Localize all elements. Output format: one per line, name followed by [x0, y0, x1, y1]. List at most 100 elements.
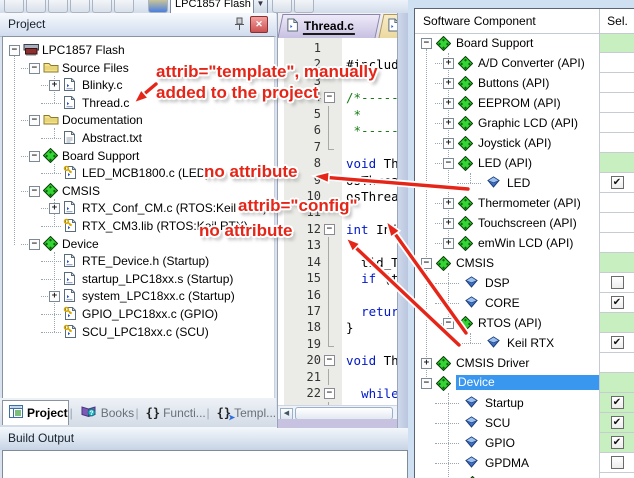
component-row[interactable]: −CMSIS [415, 253, 634, 273]
expand-icon[interactable]: + [421, 358, 432, 369]
component-checkbox[interactable]: ✔ [611, 396, 624, 409]
fold-guide-end [328, 139, 334, 150]
component-checkbox[interactable] [611, 276, 624, 289]
component-label: Thermometer (API) [478, 196, 581, 210]
flag-icon[interactable] [148, 0, 168, 13]
collapse-icon[interactable]: − [443, 318, 454, 329]
toolbar-icon[interactable] [26, 0, 46, 13]
component-checkbox[interactable]: ✔ [611, 336, 624, 349]
project-tree-item[interactable]: −LPC1857 Flash [3, 41, 274, 59]
line-number: 16 [278, 288, 321, 302]
component-checkbox[interactable] [611, 456, 624, 469]
code-line[interactable]: 12−int Ini [278, 221, 398, 237]
expand-icon[interactable]: + [443, 198, 454, 209]
code-line[interactable]: 18} [278, 319, 398, 335]
code-line[interactable]: 6 *------ [278, 122, 398, 138]
sel-cell: ✔ [599, 433, 634, 453]
component-row[interactable]: +CMSIS Driver [415, 353, 634, 373]
component-checkbox[interactable]: ✔ [611, 436, 624, 449]
project-tree-item[interactable]: +RTX_Conf_CM.c (RTOS:Keil RTX) [3, 199, 274, 217]
expand-icon[interactable]: + [443, 218, 454, 229]
code-line[interactable]: 16 [278, 287, 398, 303]
code-line[interactable]: 15 if (t [278, 270, 398, 286]
project-tree-item[interactable]: RTE_Device.h (Startup) [3, 252, 274, 270]
expand-icon[interactable]: + [443, 58, 454, 69]
view-tab-functi[interactable]: {}Functi... [140, 401, 206, 425]
component-checkbox[interactable]: ✔ [611, 176, 624, 189]
component-tree-header: Software Component Sel. [415, 9, 634, 34]
collapse-icon[interactable]: − [9, 45, 20, 56]
project-tree-label: LED_MCB1800.c (LED) [82, 166, 209, 180]
project-panel-title: Project [8, 17, 45, 31]
code-line[interactable]: 5 * [278, 106, 398, 122]
build-output-content[interactable] [2, 450, 408, 478]
expand-icon[interactable]: + [49, 80, 60, 91]
toolbar-icon[interactable] [92, 0, 112, 13]
project-tree-item[interactable]: GPIO_LPC18xx.c (GPIO) [3, 305, 274, 323]
collapse-icon[interactable]: − [443, 158, 454, 169]
fold-collapse-icon[interactable]: − [324, 388, 335, 399]
code-line[interactable]: 17 return [278, 303, 398, 319]
view-tab-books[interactable]: ?Books [74, 401, 135, 425]
component-checkbox[interactable]: ✔ [611, 296, 624, 309]
toolbar-icon[interactable] [4, 0, 24, 13]
component-row[interactable]: Keil RTX✔ [415, 333, 634, 353]
project-tree-item[interactable]: SCU_LPC18xx.c (SCU) [3, 323, 274, 341]
code-line[interactable]: 22− while [278, 385, 398, 401]
collapse-icon[interactable]: − [421, 38, 432, 49]
code-line[interactable]: 20−void Th [278, 352, 398, 368]
collapse-icon[interactable]: − [29, 239, 40, 250]
project-tree-label: Abstract.txt [82, 131, 142, 145]
component-row[interactable]: −Device [415, 373, 634, 393]
code-line[interactable]: 7 [278, 139, 398, 155]
toolbar-icon[interactable] [114, 0, 134, 13]
toolbar-icon[interactable] [272, 0, 292, 13]
project-tree-label: startup_LPC18xx.s (Startup) [82, 272, 233, 286]
component-checkbox[interactable]: ✔ [611, 416, 624, 429]
collapse-icon[interactable]: − [29, 115, 40, 126]
editor-tab-bar: Thread.c [278, 13, 398, 39]
project-tree-item[interactable]: Abstract.txt [3, 129, 274, 147]
pin-icon[interactable] [233, 17, 246, 31]
expand-icon[interactable]: + [49, 203, 60, 214]
component-label: RTOS (API) [478, 316, 542, 330]
expand-icon[interactable]: + [443, 78, 454, 89]
expand-icon[interactable]: + [443, 238, 454, 249]
fold-collapse-icon[interactable]: − [324, 224, 335, 235]
code-line[interactable]: 19 [278, 336, 398, 352]
project-tree-item[interactable]: +system_LPC18xx.c (Startup) [3, 287, 274, 305]
editor-tab-partial[interactable] [378, 14, 398, 38]
expand-icon[interactable]: + [443, 138, 454, 149]
view-tab-project[interactable]: Project [2, 400, 69, 425]
collapse-icon[interactable]: − [29, 151, 40, 162]
expand-icon[interactable]: + [443, 98, 454, 109]
component-row[interactable]: −Board Support [415, 33, 634, 53]
collapse-icon[interactable]: − [421, 258, 432, 269]
view-tab-templ[interactable]: {}➤Templ... [211, 401, 276, 425]
project-tree-item[interactable]: −Documentation [3, 111, 274, 129]
close-icon[interactable]: ✕ [250, 16, 268, 33]
code-line[interactable]: 21 [278, 369, 398, 385]
fold-collapse-icon[interactable]: − [324, 355, 335, 366]
tab-thread-c[interactable]: Thread.c [277, 14, 380, 38]
code-line[interactable]: 13 [278, 237, 398, 253]
expand-icon[interactable]: + [443, 118, 454, 129]
project-tree-item[interactable]: startup_LPC18xx.s (Startup) [3, 270, 274, 288]
collapse-icon[interactable]: − [29, 186, 40, 197]
expand-icon[interactable]: + [49, 291, 60, 302]
collapse-icon[interactable]: − [421, 378, 432, 389]
target-select-dropdown-icon[interactable]: ▼ [253, 0, 268, 14]
tree-connector [41, 173, 61, 174]
collapse-icon[interactable]: − [29, 63, 40, 74]
code-line[interactable]: 1 [278, 40, 398, 56]
editor-horizontal-scrollbar[interactable]: ◀ [278, 405, 398, 420]
svg-text:?: ? [89, 410, 93, 417]
sel-cell [599, 313, 634, 333]
sel-cell [599, 93, 634, 113]
toolbar-icon[interactable] [294, 0, 314, 13]
toolbar-icon[interactable] [48, 0, 68, 13]
toolbar-icon[interactable] [70, 0, 90, 13]
project-tree-item[interactable]: −CMSIS [3, 182, 274, 200]
target-select[interactable]: LPC1857 Flash [170, 0, 258, 14]
code-line[interactable]: 14 tid_T [278, 254, 398, 270]
